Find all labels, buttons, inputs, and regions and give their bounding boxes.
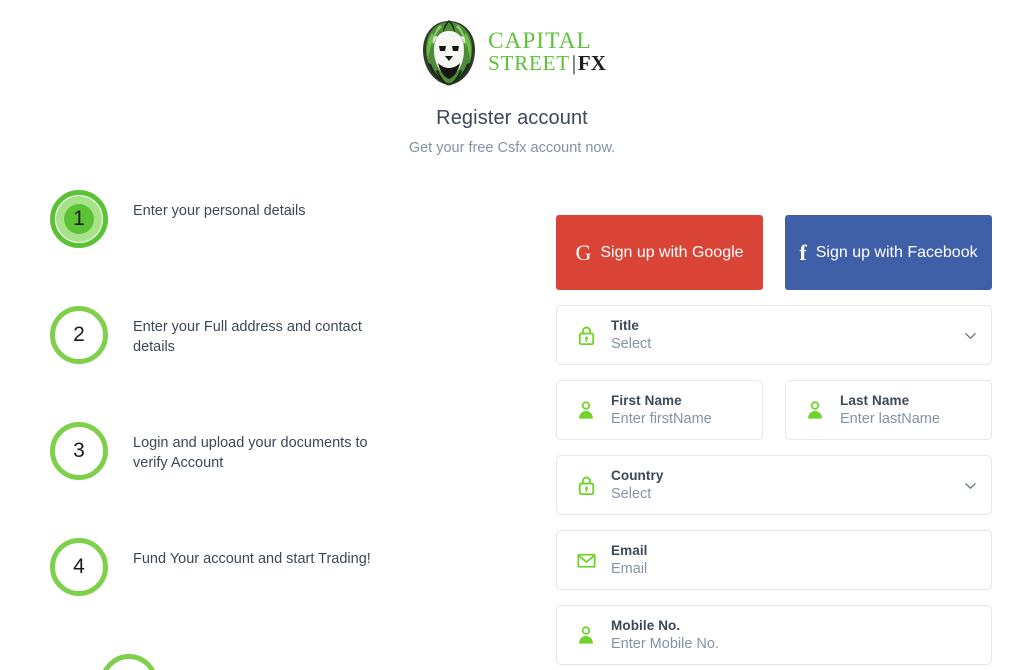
lion-head-icon: [418, 19, 480, 87]
chevron-down-icon[interactable]: [963, 329, 977, 342]
signup-with-google-button[interactable]: G Sign up with Google: [556, 215, 763, 290]
country-field-body: Country Select: [611, 468, 963, 502]
register-page: CAPITAL STREET|FX Register account Get y…: [0, 0, 1024, 670]
first-name-placeholder: Enter firstName: [611, 411, 712, 427]
chevron-down-icon[interactable]: [963, 479, 977, 492]
step-badge-next-partial: [100, 654, 158, 670]
brand-name-line1: CAPITAL: [488, 28, 592, 54]
title-row: Title Select: [556, 305, 992, 365]
country-row: Country Select: [556, 455, 992, 515]
brand-fx-text: FX: [577, 51, 606, 76]
social-signup-row: G Sign up with Google f Sign up with Fac…: [556, 215, 992, 290]
step-number-2: 2: [73, 323, 85, 346]
step-item-4: 4 Fund Your account and start Trading!: [50, 538, 500, 654]
step-label-1: Enter your personal details: [133, 203, 306, 219]
person-icon: [573, 622, 599, 648]
facebook-button-label: Sign up with Facebook: [815, 243, 978, 261]
step-badge-3: 3: [50, 422, 108, 480]
step-number-3: 3: [73, 439, 85, 462]
mobile-field-body: Mobile No. Enter Mobile No.: [611, 618, 977, 652]
lock-icon: [573, 322, 599, 348]
last-name-label: Last Name: [840, 393, 910, 408]
email-field-placeholder: Email: [611, 561, 648, 577]
last-name-field[interactable]: Last Name Enter lastName: [785, 380, 992, 440]
brand-logo[interactable]: CAPITAL STREET|FX: [0, 17, 1024, 89]
page-header: CAPITAL STREET|FX Register account Get y…: [0, 0, 1024, 156]
name-row: First Name Enter firstName Last Name Ent…: [556, 380, 992, 440]
envelope-icon: [573, 547, 599, 573]
step-number-4: 4: [73, 555, 85, 578]
first-name-field[interactable]: First Name Enter firstName: [556, 380, 763, 440]
title-field-label: Title: [611, 318, 640, 333]
step-number-1: 1: [73, 207, 85, 230]
email-field-label: Email: [611, 543, 648, 558]
step-label-3: Login and upload your documents to verif…: [133, 435, 368, 471]
step-badge-2: 2: [50, 306, 108, 364]
person-icon: [802, 397, 828, 423]
email-row: Email Email: [556, 530, 992, 590]
brand-name-line2: STREET|FX: [488, 51, 606, 76]
step-item-2: 2 Enter your Full address and contact de…: [50, 306, 500, 422]
mobile-row: Mobile No. Enter Mobile No.: [556, 605, 992, 665]
step-item-3: 3 Login and upload your documents to ver…: [50, 422, 500, 538]
email-field-body: Email Email: [611, 543, 977, 577]
brand-divider: |: [571, 51, 577, 76]
country-field-label: Country: [611, 468, 664, 483]
last-name-field-body: Last Name Enter lastName: [840, 393, 977, 427]
title-field-body: Title Select: [611, 318, 963, 352]
page-title: Register account: [436, 107, 588, 129]
step-label-2: Enter your Full address and contact deta…: [133, 319, 362, 355]
step-item-1: 1 Enter your personal details: [50, 190, 500, 306]
brand-street-text: STREET: [488, 51, 570, 76]
title-field-value: Select: [611, 336, 652, 352]
first-name-label: First Name: [611, 393, 682, 408]
step-label-4: Fund Your account and start Trading!: [133, 551, 371, 567]
last-name-placeholder: Enter lastName: [840, 411, 940, 427]
google-icon: G: [575, 239, 592, 265]
mobile-field-label: Mobile No.: [611, 618, 681, 633]
step-badge-1: 1: [50, 190, 108, 248]
email-field[interactable]: Email Email: [556, 530, 992, 590]
step-badge-4: 4: [50, 538, 108, 596]
registration-form: G Sign up with Google f Sign up with Fac…: [556, 215, 992, 665]
country-select-field[interactable]: Country Select: [556, 455, 992, 515]
mobile-field-placeholder: Enter Mobile No.: [611, 636, 719, 652]
google-button-label: Sign up with Google: [600, 243, 744, 261]
title-select-field[interactable]: Title Select: [556, 305, 992, 365]
brand-wordmark: CAPITAL STREET|FX: [488, 29, 606, 77]
person-icon: [573, 397, 599, 423]
mobile-number-field[interactable]: Mobile No. Enter Mobile No.: [556, 605, 992, 665]
first-name-field-body: First Name Enter firstName: [611, 393, 748, 427]
country-field-value: Select: [611, 486, 652, 502]
facebook-icon: f: [799, 239, 807, 265]
registration-steps: 1 Enter your personal details 2 Enter yo…: [50, 190, 500, 670]
lock-icon: [573, 472, 599, 498]
page-subtitle: Get your free Csfx account now.: [408, 140, 616, 156]
signup-with-facebook-button[interactable]: f Sign up with Facebook: [785, 215, 992, 290]
